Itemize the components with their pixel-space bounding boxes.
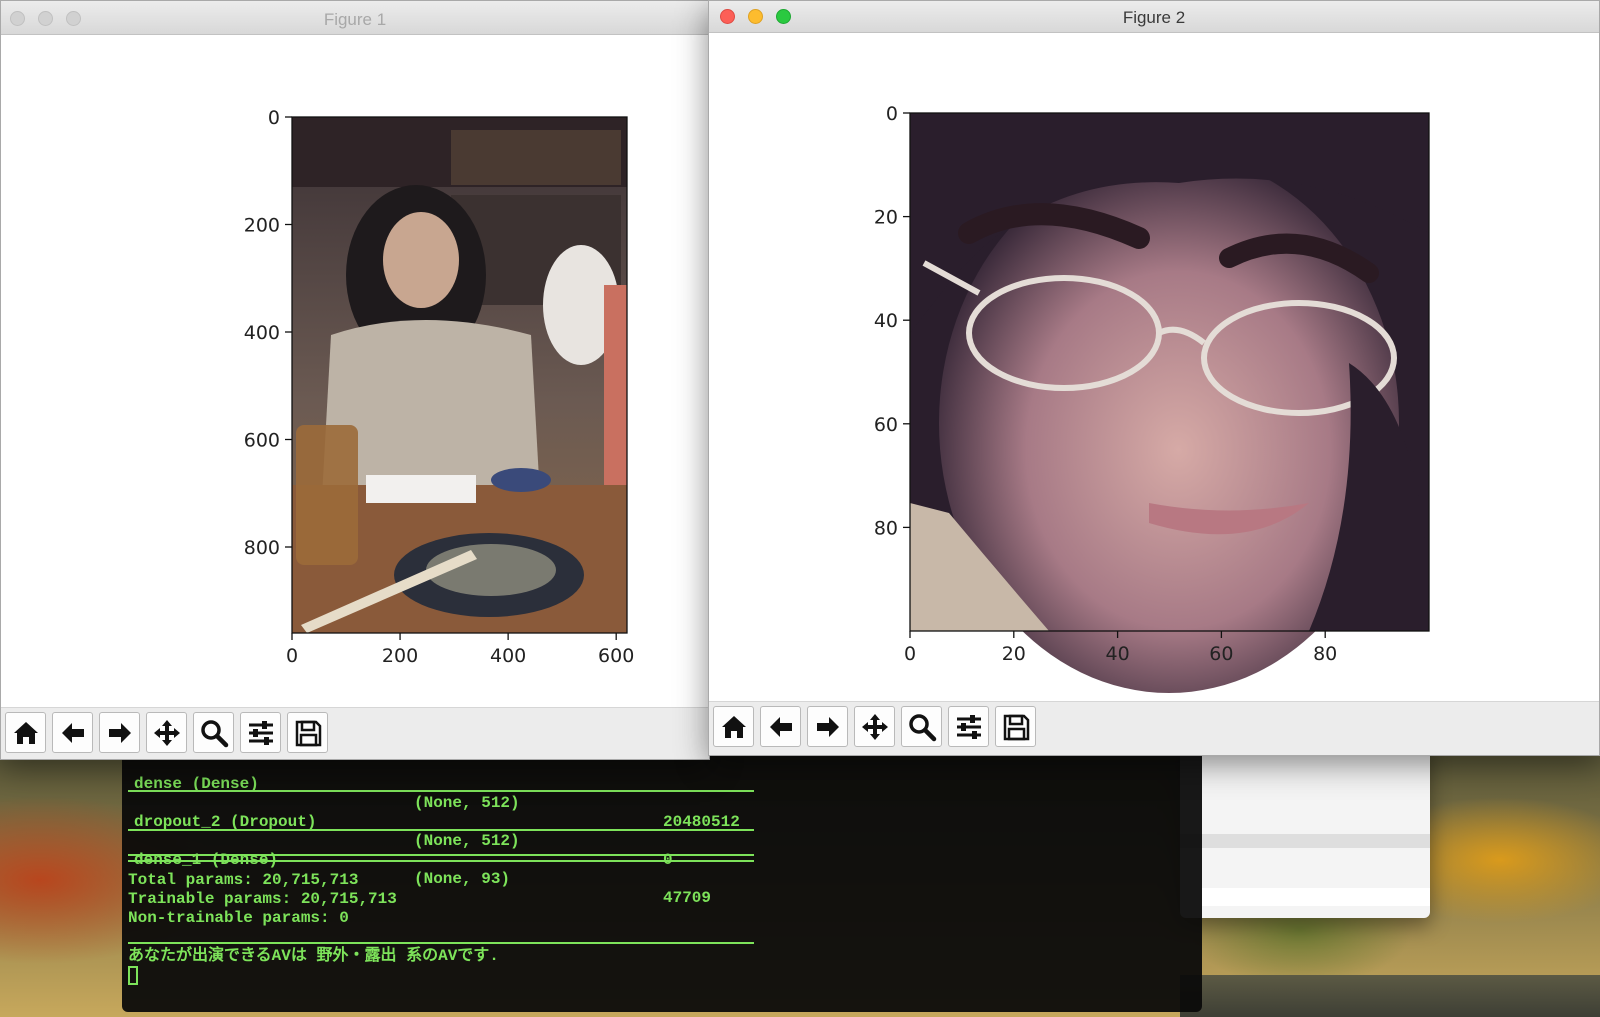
- y-tick-label: 800: [244, 537, 280, 559]
- output-shape: (None, 512): [414, 794, 520, 812]
- text-cursor: [128, 966, 138, 985]
- x-tick-label: 600: [598, 645, 634, 667]
- y-tick-label: 20: [874, 207, 898, 229]
- param-count: 47709: [663, 889, 712, 907]
- y-tick-label: 80: [874, 517, 898, 539]
- configure-subplots-button[interactable]: [948, 706, 989, 747]
- pan-button[interactable]: [854, 706, 895, 747]
- zoom-button[interactable]: [193, 712, 234, 753]
- x-tick-label: 200: [382, 645, 418, 667]
- home-button[interactable]: [5, 712, 46, 753]
- pan-icon: [861, 713, 888, 740]
- x-axis: 0 200 400 600: [286, 633, 634, 667]
- figure2-window[interactable]: Figure 2 0 20 40 60 80 0 20 40 60 80: [708, 0, 1600, 756]
- table-double-rule: [128, 854, 754, 862]
- non-trainable-params: Non-trainable params: 0: [128, 909, 349, 927]
- forward-button[interactable]: [807, 706, 848, 747]
- y-tick-label: 40: [874, 310, 898, 332]
- photo-restaurant: [292, 117, 627, 633]
- configure-subplots-icon: [956, 714, 981, 739]
- back-button[interactable]: [760, 706, 801, 747]
- save-icon: [295, 720, 321, 746]
- figure1-plot: 0 200 400 600 800 0 200 400 600: [244, 107, 635, 667]
- y-tick-label: 200: [244, 215, 280, 237]
- table-rule: [128, 829, 754, 831]
- figure1-canvas[interactable]: 0 200 400 600 800 0 200 400 600: [1, 35, 709, 709]
- trainable-params: Trainable params: 20,715,713: [128, 890, 397, 908]
- table-rule: [128, 942, 754, 944]
- home-button[interactable]: [713, 706, 754, 747]
- x-tick-label: 60: [1209, 643, 1233, 665]
- figure2-toolbar: [709, 701, 1599, 755]
- figure2-titlebar[interactable]: Figure 2: [709, 1, 1599, 33]
- x-tick-label: 20: [1002, 643, 1026, 665]
- x-tick-label: 0: [286, 645, 298, 667]
- y-tick-label: 0: [268, 107, 280, 129]
- y-tick-label: 0: [886, 103, 898, 125]
- home-icon: [721, 715, 746, 738]
- y-tick-label: 60: [874, 414, 898, 436]
- zoom-icon: [908, 713, 936, 741]
- y-axis: 0 20 40 60 80: [874, 103, 910, 539]
- back-arrow-icon: [61, 722, 84, 743]
- window-title: Figure 2: [1122, 8, 1186, 27]
- zoom-icon: [200, 719, 228, 747]
- total-params: Total params: 20,715,713: [128, 871, 359, 889]
- forward-arrow-icon: [816, 716, 839, 737]
- back-arrow-icon: [769, 716, 792, 737]
- output-shape: (None, 93): [414, 870, 511, 888]
- y-tick-label: 600: [244, 430, 280, 452]
- figure2-canvas[interactable]: 0 20 40 60 80 0 20 40 60 80: [709, 33, 1599, 703]
- pan-button[interactable]: [146, 712, 187, 753]
- y-tick-label: 400: [244, 322, 280, 344]
- output-shape: (None, 512): [414, 832, 520, 850]
- wallpaper-lake: [1180, 975, 1600, 1017]
- x-tick-label: 400: [490, 645, 526, 667]
- back-button[interactable]: [52, 712, 93, 753]
- home-icon: [13, 721, 38, 744]
- y-axis: 0 200 400 600 800: [244, 107, 292, 559]
- figure1-toolbar: [1, 707, 709, 759]
- save-button[interactable]: [995, 706, 1036, 747]
- x-tick-label: 40: [1106, 643, 1130, 665]
- x-tick-label: 80: [1313, 643, 1337, 665]
- forward-button[interactable]: [99, 712, 140, 753]
- configure-subplots-button[interactable]: [240, 712, 281, 753]
- zoom-button[interactable]: [901, 706, 942, 747]
- window-title: Figure 1: [323, 10, 387, 29]
- background-window: [1180, 742, 1430, 918]
- terminal-window[interactable]: dense (Dense) (None, 512) 20480512 dropo…: [122, 742, 1202, 1012]
- configure-subplots-icon: [248, 720, 273, 745]
- result-text: あなたが出演できるAVは 野外・露出 系のAVです.: [128, 947, 499, 965]
- figure1-titlebar[interactable]: Figure 1: [1, 1, 709, 35]
- x-tick-label: 0: [904, 643, 916, 665]
- pan-icon: [153, 719, 180, 746]
- save-button[interactable]: [287, 712, 328, 753]
- photo-face-crop: [910, 113, 1429, 693]
- figure1-window[interactable]: Figure 1 0 200 400 600 800 0 200 400 600: [0, 0, 710, 760]
- save-icon: [1003, 714, 1029, 740]
- figure2-plot: 0 20 40 60 80 0 20 40 60 80: [874, 103, 1430, 693]
- forward-arrow-icon: [108, 722, 131, 743]
- table-rule: [128, 790, 754, 792]
